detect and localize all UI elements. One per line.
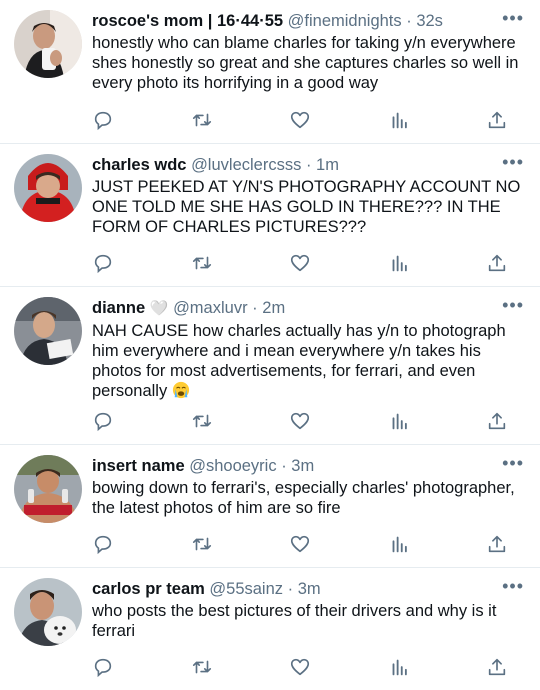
tweet-header: carlos pr team @55sainz · 3m — [92, 578, 524, 600]
tweet-text-body: NAH CAUSE how charles actually has y/n t… — [92, 322, 506, 400]
retweet-icon[interactable] — [191, 533, 215, 557]
display-name[interactable]: carlos pr team — [92, 580, 205, 598]
retweet-icon[interactable] — [191, 656, 215, 680]
timestamp[interactable]: 2m — [262, 299, 285, 317]
reply-icon[interactable] — [92, 410, 116, 434]
avatar[interactable] — [14, 297, 82, 365]
share-icon[interactable] — [486, 533, 510, 557]
like-icon[interactable] — [289, 533, 313, 557]
more-options-icon[interactable]: ••• — [502, 576, 524, 596]
like-icon[interactable] — [289, 410, 313, 434]
user-handle[interactable]: @55sainz — [209, 580, 283, 598]
separator-dot: · — [287, 580, 294, 598]
reply-icon[interactable] — [92, 109, 116, 133]
tweet[interactable]: dianne 🤍 @maxluvr · 2m ••• NAH CAUSE how… — [0, 287, 540, 445]
retweet-icon[interactable] — [191, 109, 215, 133]
timestamp[interactable]: 1m — [316, 156, 339, 174]
analytics-icon[interactable] — [388, 252, 412, 276]
user-handle[interactable]: @shooeyric — [189, 457, 276, 475]
user-handle[interactable]: @maxluvr — [173, 299, 248, 317]
crying-face-emoji — [172, 381, 190, 399]
analytics-icon[interactable] — [388, 533, 412, 557]
separator-dot: · — [281, 457, 287, 475]
avatar[interactable] — [14, 10, 82, 78]
display-name[interactable]: dianne — [92, 299, 145, 317]
tweet[interactable]: carlos pr team @55sainz · 3m ••• who pos… — [0, 568, 540, 690]
tweet-header: insert name @shooeyric · 3m — [92, 455, 524, 477]
tweet-text: bowing down to ferrari's, especially cha… — [92, 479, 515, 517]
more-options-icon[interactable]: ••• — [502, 8, 524, 28]
share-icon[interactable] — [486, 656, 510, 680]
tweet[interactable]: charles wdc @luvleclercsss · 1m ••• JUST… — [0, 144, 540, 287]
like-icon[interactable] — [289, 252, 313, 276]
like-icon[interactable] — [289, 109, 313, 133]
tweet-text: honestly who can blame charles for takin… — [92, 34, 519, 92]
avatar[interactable] — [14, 154, 82, 222]
like-icon[interactable] — [289, 656, 313, 680]
analytics-icon[interactable] — [388, 410, 412, 434]
separator-dot: · — [252, 299, 258, 317]
display-name[interactable]: insert name — [92, 457, 185, 475]
tweet-header: charles wdc @luvleclercsss · 1m — [92, 154, 524, 176]
display-name[interactable]: charles wdc — [92, 156, 186, 174]
share-icon[interactable] — [486, 109, 510, 133]
tweet[interactable]: roscoe's mom | 16·44·55 @finemidnights ·… — [0, 0, 540, 144]
share-icon[interactable] — [486, 410, 510, 434]
tweet-feed: roscoe's mom | 16·44·55 @finemidnights ·… — [0, 0, 540, 690]
tweet[interactable]: insert name @shooeyric · 3m ••• bowing d… — [0, 445, 540, 568]
tweet-actions — [92, 410, 510, 434]
separator-dot: · — [305, 156, 312, 174]
timestamp[interactable]: 32s — [416, 12, 443, 30]
display-name[interactable]: roscoe's mom | 16·44·55 — [92, 12, 283, 30]
analytics-icon[interactable] — [388, 656, 412, 680]
reply-icon[interactable] — [92, 656, 116, 680]
reply-icon[interactable] — [92, 533, 116, 557]
white-heart-emoji: 🤍 — [149, 300, 169, 317]
tweet-header: roscoe's mom | 16·44·55 @finemidnights ·… — [92, 10, 524, 32]
reply-icon[interactable] — [92, 252, 116, 276]
separator-dot: · — [406, 12, 412, 30]
analytics-icon[interactable] — [388, 109, 412, 133]
retweet-icon[interactable] — [191, 252, 215, 276]
retweet-icon[interactable] — [191, 410, 215, 434]
tweet-actions — [92, 656, 510, 680]
tweet-text: NAH CAUSE how charles actually has y/n t… — [92, 321, 524, 401]
share-icon[interactable] — [486, 252, 510, 276]
tweet-actions — [92, 533, 510, 557]
more-options-icon[interactable]: ••• — [502, 453, 524, 473]
more-options-icon[interactable]: ••• — [502, 152, 524, 172]
tweet-text: JUST PEEKED AT Y/N'S PHOTOGRAPHY ACCOUNT… — [92, 178, 521, 236]
tweet-text: who posts the best pictures of their dri… — [92, 602, 497, 640]
user-handle[interactable]: @finemidnights — [288, 12, 402, 30]
tweet-actions — [92, 109, 510, 133]
timestamp[interactable]: 3m — [291, 457, 314, 475]
timestamp[interactable]: 3m — [298, 580, 321, 598]
avatar[interactable] — [14, 578, 82, 646]
avatar[interactable] — [14, 455, 82, 523]
more-options-icon[interactable]: ••• — [502, 295, 524, 315]
user-handle[interactable]: @luvleclercsss — [191, 156, 301, 174]
tweet-header: dianne 🤍 @maxluvr · 2m — [92, 297, 524, 320]
tweet-actions — [92, 252, 510, 276]
